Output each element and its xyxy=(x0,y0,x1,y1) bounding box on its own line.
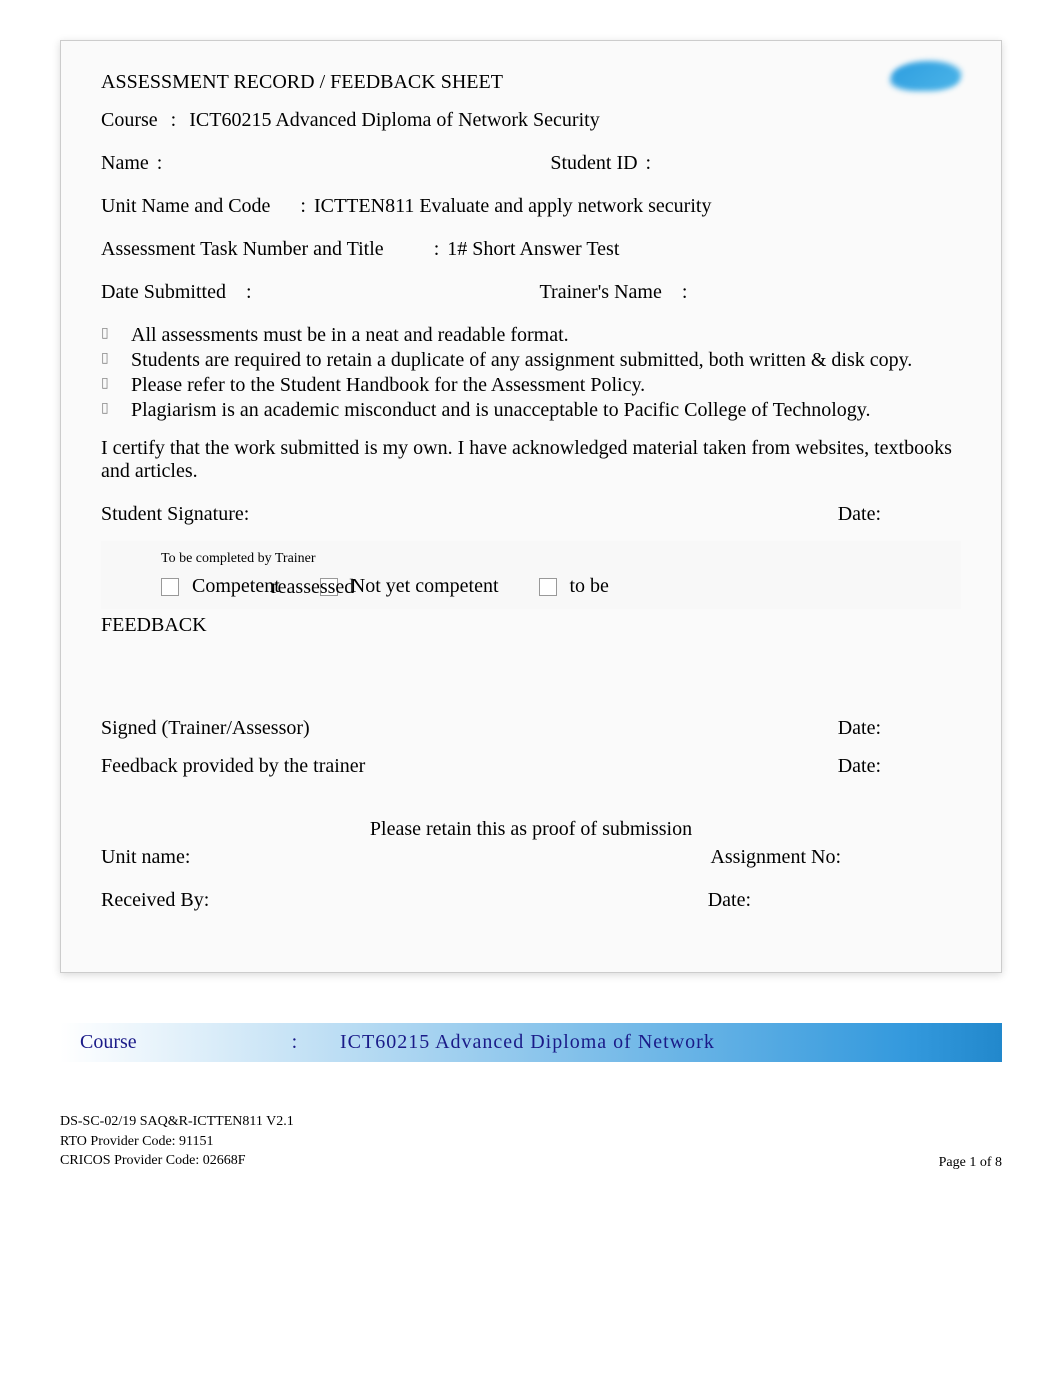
not-yet-label: Not yet competent xyxy=(351,575,499,597)
colon: : xyxy=(682,281,688,304)
date-label: Date: xyxy=(838,717,881,740)
bullet-text: Please refer to the Student Handbook for… xyxy=(131,374,961,397)
footer-rto-code: RTO Provider Code: 91151 xyxy=(60,1132,294,1152)
task-value: 1# Short Answer Test xyxy=(447,238,619,261)
course-label: Course xyxy=(101,109,158,131)
bullet-item: ▯ Please refer to the Student Handbook f… xyxy=(101,374,961,397)
unit-row: Unit Name and Code : ICTTEN811 Evaluate … xyxy=(101,195,961,218)
course-footer-label: Course xyxy=(80,1031,137,1053)
bullet-item: ▯ Students are required to retain a dupl… xyxy=(101,349,961,372)
certify-text: I certify that the work submitted is my … xyxy=(101,437,961,483)
colon: : xyxy=(646,152,652,175)
course-footer-bar: Course : ICT60215 Advanced Diploma of Ne… xyxy=(60,1023,1002,1062)
colon: : xyxy=(171,109,177,131)
bullet-icon: ▯ xyxy=(101,324,131,347)
assessment-form: ASSESSMENT RECORD / FEEDBACK SHEET Cours… xyxy=(60,40,1002,973)
student-id-label: Student ID xyxy=(550,152,637,175)
bullet-icon: ▯ xyxy=(101,349,131,372)
feedback-provided-row: Feedback provided by the trainer Date: xyxy=(101,755,961,778)
receipt-date-label: Date: xyxy=(708,889,751,912)
logo-icon xyxy=(888,61,963,91)
student-signature-row: Student Signature: Date: xyxy=(101,503,961,526)
footer-doc-code: DS-SC-02/19 SAQ&R-ICTTEN811 V2.1 xyxy=(60,1112,294,1132)
colon: : xyxy=(300,195,306,218)
page-footer: DS-SC-02/19 SAQ&R-ICTTEN811 V2.1 RTO Pro… xyxy=(60,1112,1002,1171)
footer-left: DS-SC-02/19 SAQ&R-ICTTEN811 V2.1 RTO Pro… xyxy=(60,1112,294,1171)
course-value: ICT60215 Advanced Diploma of Network Sec… xyxy=(189,109,599,131)
form-title: ASSESSMENT RECORD / FEEDBACK SHEET xyxy=(101,71,961,94)
bullet-item: ▯ Plagiarism is an academic misconduct a… xyxy=(101,399,961,422)
assignment-no-label: Assignment No: xyxy=(710,846,841,869)
page-number: Page 1 of 8 xyxy=(939,1155,1002,1171)
date-submitted-label: Date Submitted xyxy=(101,281,226,304)
bullet-text: All assessments must be in a neat and re… xyxy=(131,324,961,347)
trainer-box-header: To be completed by Trainer xyxy=(121,551,941,567)
signed-label: Signed (Trainer/Assessor) xyxy=(101,717,310,740)
competent-label: Competent xyxy=(192,575,280,597)
date-label: Date: xyxy=(838,755,881,778)
signed-row: Signed (Trainer/Assessor) Date: xyxy=(101,717,961,740)
trainer-completion-box: To be completed by Trainer Competent Not… xyxy=(101,541,961,609)
date-label: Date: xyxy=(838,503,881,526)
received-by-label: Received By: xyxy=(101,889,209,912)
unit-value: ICTTEN811 Evaluate and apply network sec… xyxy=(314,195,711,218)
footer-cricos-code: CRICOS Provider Code: 02668F xyxy=(60,1151,294,1171)
name-label: Name xyxy=(101,152,149,175)
student-signature-label: Student Signature: xyxy=(101,503,249,526)
name-row: Name : Student ID : xyxy=(101,152,961,175)
bullet-text: Students are required to retain a duplic… xyxy=(131,349,961,372)
date-submitted-row: Date Submitted : Trainer's Name : xyxy=(101,281,961,304)
colon: : xyxy=(157,152,163,175)
receipt-received-row: Received By: Date: xyxy=(101,889,961,912)
task-row: Assessment Task Number and Title : 1# Sh… xyxy=(101,238,961,261)
receipt-unit-row: Unit name: Assignment No: xyxy=(101,846,961,869)
bullet-item: ▯ All assessments must be in a neat and … xyxy=(101,324,961,347)
colon: : xyxy=(292,1031,298,1053)
bullet-icon: ▯ xyxy=(101,374,131,397)
feedback-label: FEEDBACK xyxy=(101,614,961,637)
receipt-section: Please retain this as proof of submissio… xyxy=(101,803,961,912)
bullet-text: Plagiarism is an academic misconduct and… xyxy=(131,399,961,422)
task-label: Assessment Task Number and Title xyxy=(101,238,384,261)
unit-name-label: Unit name: xyxy=(101,846,190,869)
to-be-reassessed-checkbox[interactable] xyxy=(539,578,557,596)
bullet-icon: ▯ xyxy=(101,399,131,422)
colon: : xyxy=(434,238,440,261)
feedback-provided-label: Feedback provided by the trainer xyxy=(101,755,365,778)
trainer-name-label: Trainer's Name xyxy=(540,281,662,304)
bullet-list: ▯ All assessments must be in a neat and … xyxy=(101,324,961,422)
course-footer-value: ICT60215 Advanced Diploma of Network xyxy=(340,1031,715,1054)
college-logo xyxy=(891,61,981,111)
course-row: Course : ICT60215 Advanced Diploma of Ne… xyxy=(101,109,961,132)
receipt-header: Please retain this as proof of submissio… xyxy=(101,818,961,841)
competent-checkbox[interactable] xyxy=(161,578,179,596)
to-be-label: to be xyxy=(570,575,609,597)
unit-label: Unit Name and Code xyxy=(101,195,270,218)
colon: : xyxy=(246,281,252,304)
